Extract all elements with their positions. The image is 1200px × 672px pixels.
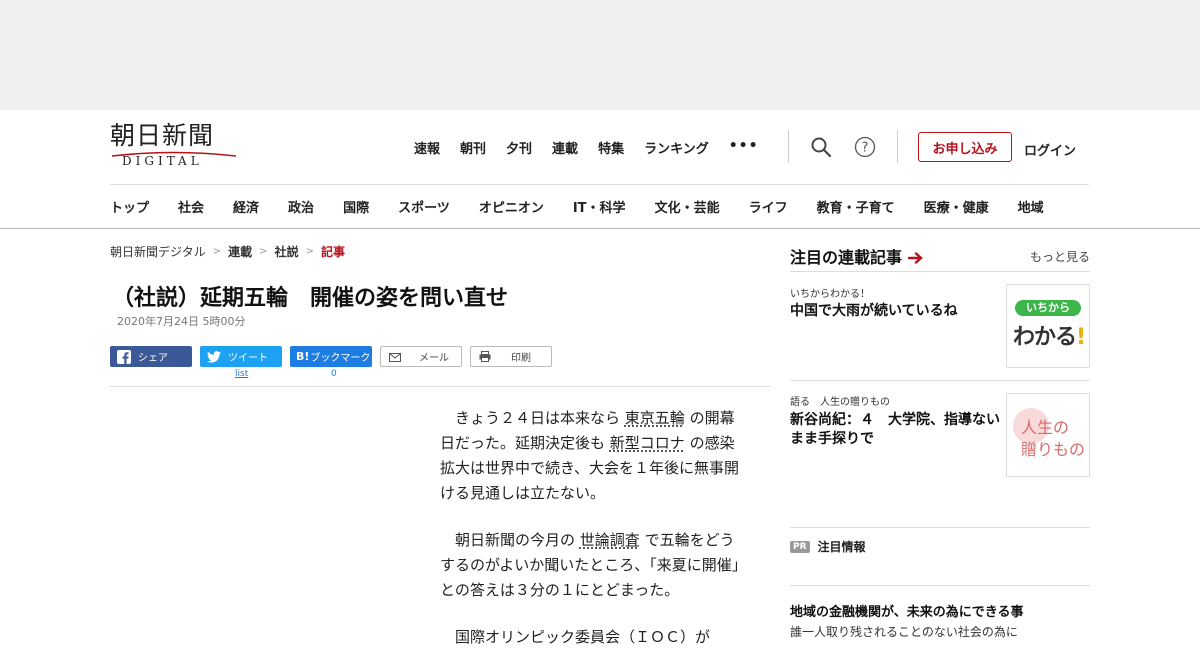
share-twitter-button[interactable]: ツイート — [200, 346, 282, 367]
pr-section-header: PR 注目情報 — [790, 538, 866, 555]
cat-education[interactable]: 教育・子育て — [817, 197, 895, 216]
cat-life[interactable]: ライフ — [749, 197, 788, 216]
nav-features[interactable]: 特集 — [598, 138, 624, 157]
nav-series[interactable]: 連載 — [552, 138, 578, 157]
rail-heading[interactable]: 注目の連載記事 — [790, 244, 924, 268]
share-facebook-button[interactable]: シェア — [110, 346, 192, 367]
cat-economy[interactable]: 経済 — [233, 197, 259, 216]
logo-kanji: 朝日新聞 — [110, 121, 215, 150]
thumb-text-line: 贈りもの — [1021, 440, 1086, 459]
share-facebook-label: シェア — [138, 353, 168, 364]
pr-badge: PR — [790, 540, 810, 553]
crumb-home[interactable]: 朝日新聞デジタル — [110, 243, 206, 260]
svg-text:?: ? — [862, 141, 869, 156]
article-body: きょう２４日は本来なら 東京五輪 の開幕日だった。延期決定後も 新型コロナ の感… — [440, 406, 748, 672]
thumb-main-text: わかる! — [1013, 325, 1086, 350]
rail-item-thumbnail[interactable]: いちから わかる! — [1006, 284, 1090, 368]
more-link[interactable]: もっと見る — [1030, 248, 1090, 265]
crumb-current: 記事 — [320, 245, 345, 259]
keyword-link[interactable]: 東京五輪 — [625, 409, 685, 427]
print-icon — [477, 349, 493, 365]
paragraph: 国際オリンピック委員会（ＩＯＣ）が — [455, 628, 711, 646]
pr-heading: 注目情報 — [817, 540, 866, 554]
nav-breaking[interactable]: 速報 — [414, 138, 440, 157]
site-logo[interactable]: 朝日新聞 DIGITAL — [110, 122, 240, 170]
twitter-count-link[interactable]: list — [235, 369, 248, 379]
rail-item-title[interactable]: 新谷尚紀：４ 大学院、指導ないまま手探りで — [790, 411, 1002, 449]
pr-item-subtitle[interactable]: 誰一人取り残されることのない社会の為に — [790, 623, 1018, 640]
rail-item-thumbnail[interactable]: 人生の 贈りもの — [1006, 393, 1090, 477]
thumb-badge: いちから — [1015, 300, 1081, 316]
print-label: 印刷 — [511, 353, 531, 364]
crumb-series[interactable]: 連載 — [228, 243, 252, 260]
crumb-separator: > — [259, 246, 268, 257]
article-title: （社説）延期五輪 開催の姿を問い直せ — [112, 286, 509, 311]
top-nav: 速報 朝刊 夕刊 連載 特集 ランキング ••• — [414, 138, 759, 157]
cat-health[interactable]: 医療・健康 — [924, 197, 989, 216]
hatena-count[interactable]: 0 — [331, 369, 337, 379]
share-twitter-label: ツイート — [228, 353, 268, 364]
cat-top[interactable]: トップ — [110, 197, 149, 216]
article-divider — [110, 386, 770, 387]
rail-divider — [790, 527, 1090, 528]
paragraph: きょう２４日は本来なら 東京五輪 の開幕日だった。延期決定後も 新型コロナ の感… — [440, 409, 739, 502]
print-button[interactable]: 印刷 — [470, 346, 552, 367]
share-hatena-label: ブックマーク — [310, 353, 371, 364]
paragraph: 朝日新聞の今月の 世論調査 で五輪をどうするのがよいか聞いたところ、「来夏に開催… — [440, 531, 747, 599]
cat-region[interactable]: 地域 — [1018, 197, 1044, 216]
nav-evening[interactable]: 夕刊 — [506, 138, 532, 157]
share-mail-label: メール — [419, 353, 449, 364]
breadcrumb: 朝日新聞デジタル > 連載 > 社説 > 記事 — [110, 243, 345, 260]
divider — [897, 130, 898, 163]
ad-banner — [0, 0, 1200, 110]
site-header: 朝日新聞 DIGITAL 速報 朝刊 夕刊 連載 特集 ランキング ••• ? … — [0, 110, 1200, 229]
header-divider — [110, 184, 1089, 185]
cat-society[interactable]: 社会 — [178, 197, 204, 216]
cat-opinion[interactable]: オピニオン — [479, 197, 544, 216]
rail-item-kicker: いちからわかる！ — [790, 289, 870, 300]
login-link[interactable]: ログイン — [1024, 140, 1076, 159]
cat-sports[interactable]: スポーツ — [398, 197, 450, 216]
crumb-separator: > — [212, 246, 222, 257]
keyword-link[interactable]: 新型コロナ — [610, 434, 685, 452]
keyword-link[interactable]: 世論調査 — [580, 531, 640, 549]
help-icon[interactable]: ? — [854, 136, 876, 158]
pr-item-title[interactable]: 地域の金融機関が、未来の為にできる事 — [790, 601, 1023, 620]
crumb-editorial[interactable]: 社説 — [275, 243, 299, 260]
nav-ranking[interactable]: ランキング — [644, 138, 709, 157]
mail-icon — [387, 349, 403, 365]
category-nav: トップ 社会 経済 政治 国際 スポーツ オピニオン IT・科学 文化・芸能 ラ… — [110, 197, 1044, 216]
more-menu-button[interactable]: ••• — [729, 138, 759, 157]
share-mail-button[interactable]: メール — [380, 346, 462, 367]
cat-politics[interactable]: 政治 — [288, 197, 314, 216]
nav-morning[interactable]: 朝刊 — [460, 138, 486, 157]
rail-divider — [790, 271, 1090, 272]
share-hatena-button[interactable]: B! ブックマーク — [290, 346, 372, 367]
twitter-icon — [206, 349, 222, 365]
rail-divider — [790, 380, 1090, 381]
divider — [788, 130, 789, 163]
subscribe-button[interactable]: お申し込み — [918, 132, 1012, 162]
hatena-bookmark-icon: B! — [296, 350, 310, 363]
article-date: 2020年7月24日 5時00分 — [117, 315, 246, 328]
rail-item-title[interactable]: 中国で大雨が続いているね — [790, 302, 1002, 321]
search-icon[interactable] — [810, 136, 832, 158]
thumb-text-line: 人生の — [1021, 418, 1070, 437]
cat-culture[interactable]: 文化・芸能 — [655, 197, 720, 216]
logo-digital: DIGITAL — [122, 154, 203, 168]
cat-it-science[interactable]: IT・科学 — [573, 197, 626, 216]
cat-international[interactable]: 国際 — [343, 197, 369, 216]
rail-divider — [790, 585, 1090, 586]
crumb-separator: > — [305, 246, 314, 257]
facebook-icon — [116, 349, 132, 365]
rail-item-kicker: 語る 人生の贈りもの — [790, 397, 890, 408]
arrow-right-icon — [908, 252, 923, 264]
